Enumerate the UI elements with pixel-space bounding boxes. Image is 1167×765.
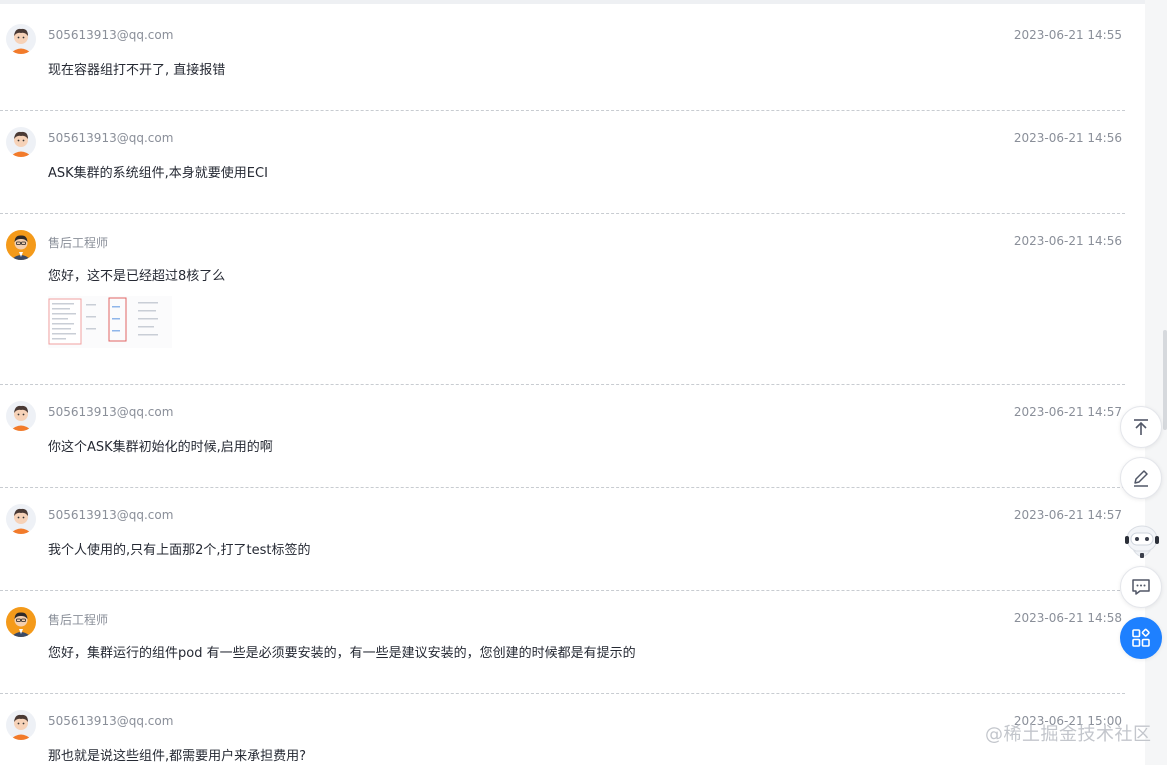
edit-icon [1134,470,1148,487]
engineer-avatar[interactable] [6,230,36,260]
user-avatar[interactable] [6,401,36,431]
user-avatar[interactable] [6,127,36,157]
user-avatar[interactable] [6,24,36,54]
sender-name: 售后工程师 [48,613,109,627]
message-item: 505613913@qq.com 2023-06-21 14:57 我个人使用的… [0,488,1125,591]
engineer-avatar[interactable] [6,607,36,637]
message-text: 您好，这不是已经超过8核了么 [48,269,226,284]
user-avatar[interactable] [6,504,36,534]
message-time: 2023-06-21 14:56 [1013,234,1122,248]
attachment-thumbnail[interactable] [48,296,172,352]
message-item: 505613913@qq.com 2023-06-21 14:55 现在容器组打… [0,8,1125,111]
message-time: 2023-06-21 14:55 [1013,28,1122,42]
sender-name: 售后工程师 [48,236,109,250]
message-time: 2023-06-21 14:57 [1013,508,1122,522]
sender-name: 505613913@qq.com [48,131,174,145]
watermark: @稀土掘金技术社区 [985,724,1152,745]
message-text: ASK集群的系统组件,本身就要使用ECI [48,166,268,181]
sender-name: 505613913@qq.com [48,508,174,522]
sender-name: 505613913@qq.com [48,28,174,42]
message-text: 现在容器组打不开了, 直接报错 [48,63,226,78]
apps-grid-icon [1132,628,1150,647]
comment-button[interactable] [1120,566,1162,608]
message-time: 2023-06-21 14:58 [1013,611,1122,625]
back-to-top-button[interactable] [1120,406,1162,448]
message-item: 505613913@qq.com 2023-06-21 15:00 那也就是说这… [0,694,1125,765]
back-to-top-icon [1134,419,1148,435]
sender-name: 505613913@qq.com [48,405,174,419]
message-item: 505613913@qq.com 2023-06-21 14:56 ASK集群的… [0,111,1125,214]
message-text: 那也就是说这些组件,都需要用户来承担费用? [48,749,307,764]
comment-icon [1132,579,1150,595]
scrollbar[interactable] [1163,330,1167,430]
top-border [0,0,1167,4]
message-item: 售后工程师 2023-06-21 14:58 您好，集群运行的组件pod 有一些… [0,591,1125,694]
message-item: 售后工程师 2023-06-21 14:56 您好，这不是已经超过8核了么 [0,214,1125,385]
page: 505613913@qq.com 2023-06-21 14:55 现在容器组打… [0,0,1167,765]
assistant-robot-button[interactable] [1122,520,1162,564]
message-time: 2023-06-21 14:57 [1013,405,1122,419]
assistant-robot-icon [1125,525,1159,558]
message-text: 你这个ASK集群初始化的时候,启用的啊 [48,440,273,455]
apps-button[interactable] [1120,617,1162,659]
message-text: 您好，集群运行的组件pod 有一些是必须要安装的，有一些是建议安装的，您创建的时… [48,646,636,661]
message-text: 我个人使用的,只有上面那2个,打了test标签的 [48,543,311,558]
user-avatar[interactable] [6,710,36,740]
message-thread: 505613913@qq.com 2023-06-21 14:55 现在容器组打… [0,8,1125,765]
sender-name: 505613913@qq.com [48,714,174,728]
edit-button[interactable] [1120,457,1162,499]
message-item: 505613913@qq.com 2023-06-21 14:57 你这个ASK… [0,385,1125,488]
message-time: 2023-06-21 14:56 [1013,131,1122,145]
